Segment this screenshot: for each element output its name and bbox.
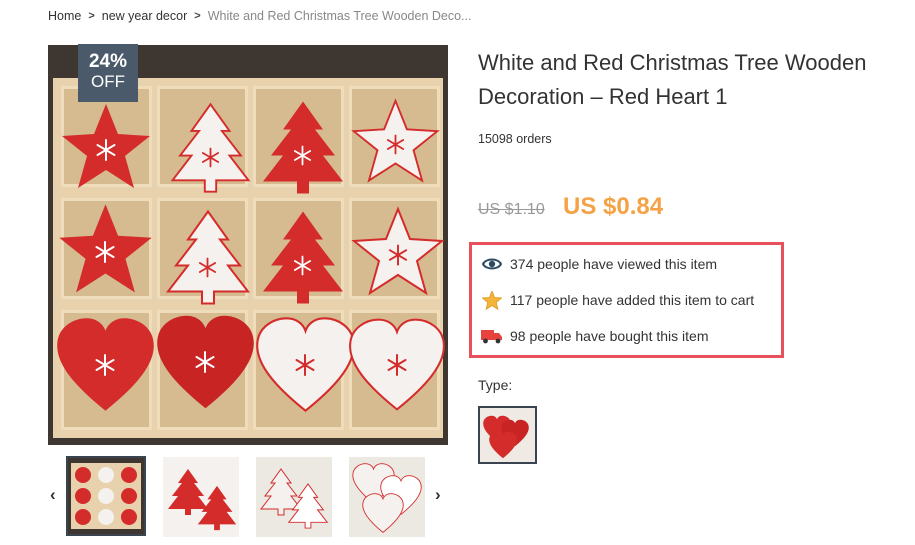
truck-icon [481,327,503,345]
cart-stat: 117 people have added this item to cart [481,290,755,310]
chevron-right-icon: > [88,10,95,22]
thumbnail-1[interactable] [66,456,146,536]
ornaments-illustration [57,99,446,412]
thumbnail-4[interactable] [349,457,429,537]
type-option-red-heart[interactable] [478,406,537,464]
chevron-left-icon[interactable]: ‹ [50,485,56,505]
thumbnail-3[interactable] [256,457,336,537]
product-main-image[interactable] [48,45,448,445]
breadcrumb-home-link[interactable]: Home [48,9,81,23]
breadcrumb-category-link[interactable]: new year decor [102,9,187,23]
chevron-right-icon: > [194,10,201,22]
type-label: Type: [478,377,513,393]
orders-count: 15098 orders [478,132,552,146]
chevron-right-icon[interactable]: › [435,485,441,505]
thumbnail-image [68,458,144,534]
breadcrumb-current: White and Red Christmas Tree Wooden Deco… [207,9,472,23]
bought-text: 98 people have bought this item [510,328,709,344]
sale-price: US $0.84 [563,193,664,220]
star-icon [481,290,503,310]
thumbnail-image [349,457,425,537]
original-price: US $1.10 [478,201,545,218]
product-title: White and Red Christmas Tree Wooden Deco… [478,50,867,109]
bought-stat: 98 people have bought this item [481,327,708,345]
thumbnail-2[interactable] [163,457,243,537]
discount-badge: 24% OFF [78,44,138,102]
thumbnail-image [163,457,239,537]
breadcrumb: Home > new year decor > White and Red Ch… [48,9,471,23]
viewed-text: 374 people have viewed this item [510,256,718,272]
discount-percent: 24% [88,51,128,72]
thumbnail-image [256,457,332,537]
cart-text: 117 people have added this item to cart [510,292,755,308]
social-proof-box: 374 people have viewed this item 117 peo… [469,242,784,358]
viewed-stat: 374 people have viewed this item [481,255,717,273]
discount-off-label: OFF [91,72,125,91]
swatch-image [480,408,535,462]
eye-icon [481,255,503,273]
